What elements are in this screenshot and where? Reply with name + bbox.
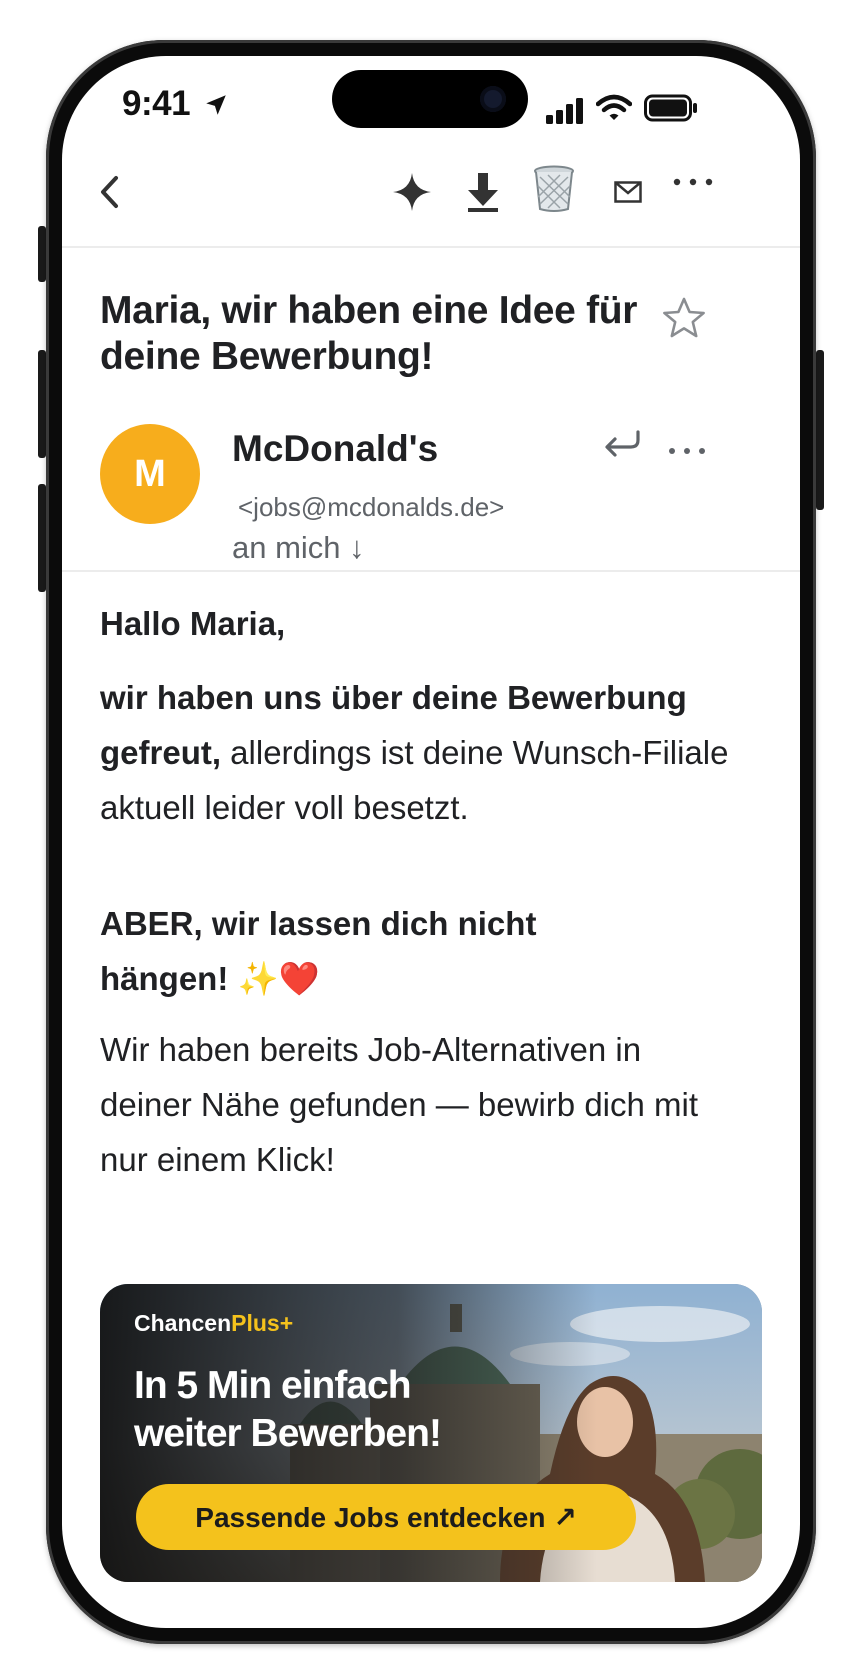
power-button — [816, 350, 824, 510]
banner-brand: ChancenPlus+ — [134, 1310, 294, 1336]
sender-more-button[interactable] — [668, 442, 712, 462]
volume-down-button — [38, 484, 46, 592]
email-subject: Maria, wir haben eine Idee für deine Bew… — [100, 289, 638, 378]
banner-headline-2: weiter Bewerben! — [134, 1412, 442, 1455]
status-time: 9:41 — [122, 84, 229, 124]
wifi-icon — [596, 94, 632, 120]
dynamic-island — [332, 70, 528, 128]
signal-icon — [546, 98, 583, 124]
back-button[interactable] — [84, 162, 134, 222]
trash-icon — [534, 165, 574, 212]
paragraph-1: wir haben uns über deine Bewerbung gefre… — [100, 679, 729, 826]
camera-dot — [480, 86, 506, 112]
delete-button[interactable] — [528, 156, 580, 220]
ai-summary-button[interactable] — [388, 162, 436, 222]
find-jobs-button[interactable]: Passende Jobs entdecken ↗ — [136, 1484, 636, 1550]
more-icon — [673, 178, 713, 186]
back-chevron-icon — [101, 176, 118, 208]
star-button[interactable] — [660, 294, 710, 344]
paragraph-2: ABER, wir lassen dich nicht hängen! ✨❤️ — [100, 905, 537, 997]
greeting: Hallo Maria, — [100, 605, 286, 642]
recipient-toggle[interactable]: an mich ↓ — [232, 530, 365, 566]
phone-frame: 9:41 Maria, wir haben eine Idee für dein… — [46, 40, 816, 1644]
reply-button[interactable] — [602, 426, 646, 470]
more-options-button[interactable] — [668, 162, 718, 202]
reply-icon — [605, 430, 640, 457]
battery-icon — [644, 94, 697, 122]
toolbar-divider — [62, 246, 800, 248]
sender-email: <jobs@mcdonalds.de> — [238, 492, 505, 522]
mail-icon — [614, 181, 642, 203]
mark-unread-button[interactable] — [606, 166, 650, 218]
sparkle-icon — [393, 173, 431, 211]
star-icon — [663, 297, 705, 338]
sender-name: McDonald's — [232, 428, 439, 469]
sender-avatar: M — [100, 424, 200, 524]
paragraph-3: Wir haben bereits Job-Alternativen in de… — [100, 1031, 699, 1178]
volume-up-button — [38, 350, 46, 458]
archive-button[interactable] — [460, 162, 506, 222]
location-arrow-icon — [206, 95, 227, 115]
more-icon — [669, 448, 705, 454]
action-button — [38, 226, 46, 282]
header-divider — [62, 570, 800, 572]
download-icon — [468, 173, 498, 212]
phone-screen: 9:41 Maria, wir haben eine Idee für dein… — [62, 56, 800, 1628]
banner-headline-1: In 5 Min einfach — [134, 1364, 412, 1407]
promo-banner[interactable]: ChancenPlus+ In 5 Min einfach weiter Bew… — [100, 1284, 762, 1582]
